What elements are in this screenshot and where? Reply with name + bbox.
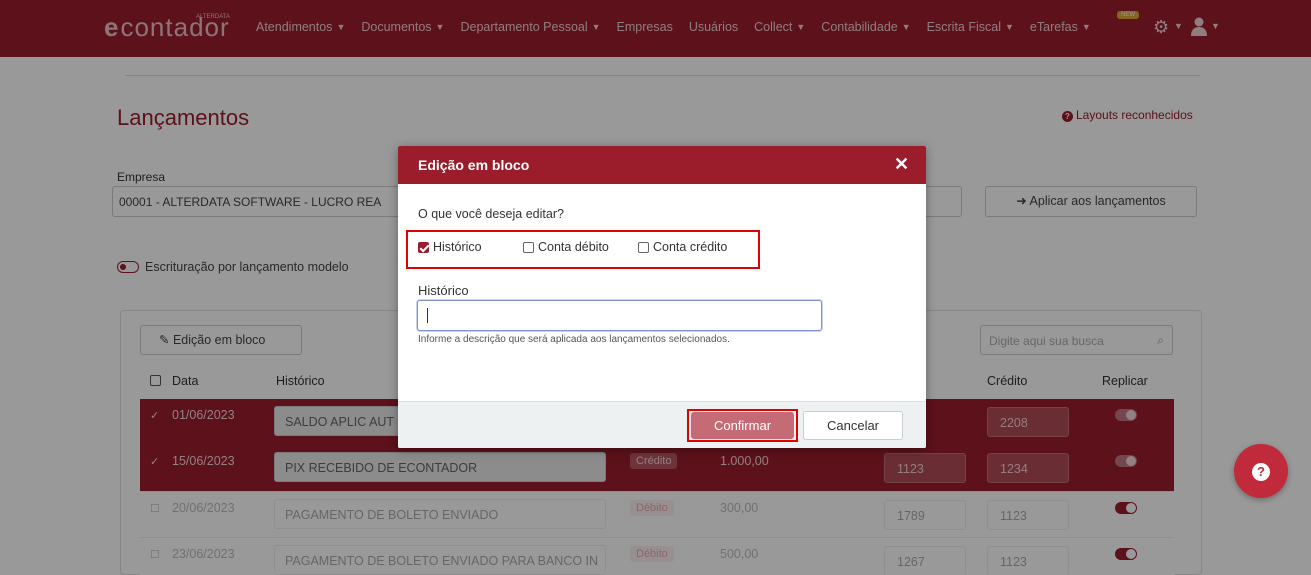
- option-conta-debito[interactable]: Conta débito: [523, 240, 609, 254]
- checkbox-checked[interactable]: [418, 241, 429, 253]
- edicao-bloco-modal: Edição em bloco ✕ O que você deseja edit…: [398, 146, 926, 448]
- text-caret: [427, 308, 428, 323]
- checkbox[interactable]: [638, 241, 649, 253]
- close-icon[interactable]: ✕: [894, 154, 909, 175]
- modal-header: Edição em bloco ✕: [398, 146, 926, 184]
- historico-field-label: Histórico: [418, 283, 469, 298]
- historico-input[interactable]: [417, 300, 822, 331]
- cancel-button[interactable]: Cancelar: [803, 411, 903, 440]
- option-label: Conta crédito: [653, 240, 728, 254]
- option-label: Histórico: [433, 240, 482, 254]
- confirm-button[interactable]: Confirmar: [691, 412, 794, 439]
- historico-help-text: Informe a descrição que será aplicada ao…: [418, 334, 730, 345]
- question-icon: ?: [1252, 463, 1270, 482]
- option-conta-credito[interactable]: Conta crédito: [638, 240, 727, 254]
- modal-question: O que você deseja editar?: [418, 207, 564, 221]
- checkbox[interactable]: [523, 241, 534, 253]
- modal-title: Edição em bloco: [418, 157, 530, 173]
- option-label: Conta débito: [538, 240, 609, 254]
- help-button[interactable]: ?: [1234, 444, 1288, 498]
- option-historico[interactable]: Histórico: [418, 240, 482, 254]
